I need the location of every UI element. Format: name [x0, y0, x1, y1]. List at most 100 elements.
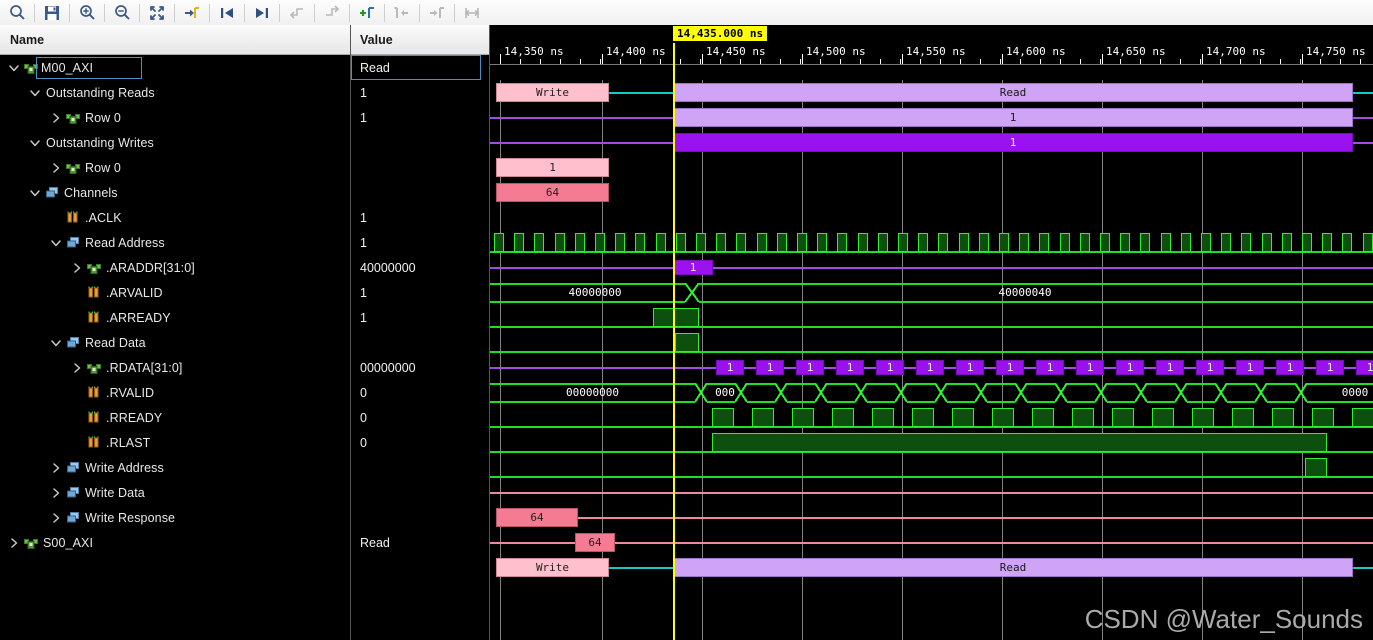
ruler-minor-tick: [1260, 59, 1261, 64]
waveform-canvas[interactable]: Write Read 1 1 1 64 1 40000000 40000040 1 1 1 1 1 1 1 1 1…: [490, 80, 1373, 640]
waveform-panel[interactable]: 14,350 ns 14,400 ns 14,450 ns 14,500 ns 14,5…: [490, 25, 1373, 640]
read-address-group-block[interactable]: 1: [673, 260, 713, 275]
value-cell: Read: [360, 535, 390, 550]
goto-end-icon[interactable]: [245, 1, 279, 25]
tree-row-rlast[interactable]: .RLAST: [0, 430, 350, 455]
chevron-down-icon[interactable]: [48, 230, 64, 255]
tree-row-write-response[interactable]: Write Response: [0, 505, 350, 530]
write-data-block[interactable]: 64: [496, 508, 578, 527]
rdata-bot-seg: [947, 401, 975, 403]
read-data-beat-block[interactable]: 1: [1236, 360, 1264, 375]
goto-start-icon[interactable]: [210, 1, 244, 25]
tree-row-outstanding-reads[interactable]: Outstanding Reads: [0, 80, 350, 105]
search-icon[interactable]: [0, 1, 34, 25]
read-data-beat-block[interactable]: 1: [1036, 360, 1064, 375]
read-data-beat-block[interactable]: 1: [1276, 360, 1304, 375]
tree-row-m00-axi[interactable]: M00_AXI: [0, 55, 350, 80]
rdata-bot-seg: [1107, 401, 1135, 403]
outstanding-writes-block[interactable]: 1: [496, 158, 609, 177]
ruler-minor-tick: [1240, 59, 1241, 64]
read-data-beat-block[interactable]: 1: [1196, 360, 1224, 375]
tree-row-aclk[interactable]: .ACLK: [0, 205, 350, 230]
prev-marker-icon[interactable]: [385, 1, 419, 25]
tree-row-arvalid[interactable]: .ARVALID: [0, 280, 350, 305]
read-data-beat-block[interactable]: 1: [956, 360, 984, 375]
rdata-transition: [1095, 383, 1107, 402]
s00-read-block[interactable]: Read: [673, 558, 1353, 577]
tree-row-arready[interactable]: .ARREADY: [0, 305, 350, 330]
tree-row-row-0[interactable]: Row 0: [0, 155, 350, 180]
chevron-right-icon[interactable]: [48, 455, 64, 480]
chevron-down-icon[interactable]: [27, 130, 43, 155]
time-ruler[interactable]: 14,350 ns 14,400 ns 14,450 ns 14,500 ns 14,5…: [490, 25, 1373, 80]
zoom-fit-icon[interactable]: [140, 1, 174, 25]
aclk-pulse: [857, 233, 868, 252]
outstanding-reads-idle: [490, 117, 673, 119]
group-icon: [64, 505, 82, 530]
prev-transition-icon[interactable]: [280, 1, 314, 25]
read-data-beat-block[interactable]: 1: [1076, 360, 1104, 375]
chevron-right-icon[interactable]: [48, 155, 64, 180]
zoom-in-icon[interactable]: [70, 1, 104, 25]
save-icon[interactable]: [35, 1, 69, 25]
tree-row-channels[interactable]: Channels: [0, 180, 350, 205]
ruler-minor-tick: [1100, 59, 1101, 64]
next-transition-icon[interactable]: [315, 1, 349, 25]
chevron-right-icon[interactable]: [48, 480, 64, 505]
next-marker-icon[interactable]: [420, 1, 454, 25]
signal-tree[interactable]: M00_AXI Outstanding Reads Row 0 Outstanding…: [0, 55, 350, 555]
read-data-beat-block[interactable]: 1: [716, 360, 744, 375]
writes-row0-block[interactable]: 64: [496, 183, 609, 202]
read-data-beat-block[interactable]: 1: [1316, 360, 1344, 375]
cursor-line[interactable]: [673, 80, 675, 640]
read-data-beat-block[interactable]: 1: [916, 360, 944, 375]
measure-icon[interactable]: [455, 1, 489, 25]
tree-row-s00-axi[interactable]: S00_AXI: [0, 530, 350, 555]
tree-row-write-address[interactable]: Write Address: [0, 455, 350, 480]
read-data-beat-block[interactable]: 1: [1116, 360, 1144, 375]
chevron-right-icon[interactable]: [69, 355, 85, 380]
rdata-top-seg: [1187, 383, 1215, 385]
read-data-beat-block[interactable]: 1: [876, 360, 904, 375]
chevron-down-icon[interactable]: [27, 180, 43, 205]
transaction-read-block[interactable]: Read: [673, 83, 1353, 102]
zoom-out-icon[interactable]: [105, 1, 139, 25]
chevron-right-icon[interactable]: [48, 505, 64, 530]
reads-row0-block[interactable]: 1: [673, 133, 1353, 152]
add-marker-icon[interactable]: [350, 1, 384, 25]
read-data-beat-block[interactable]: 1: [1156, 360, 1184, 375]
tree-row-outstanding-writes[interactable]: Outstanding Writes: [0, 130, 350, 155]
value-cell: 1: [360, 210, 367, 225]
read-data-beat-block[interactable]: 1: [996, 360, 1024, 375]
tree-row-read-address[interactable]: Read Address: [0, 230, 350, 255]
chevron-down-icon[interactable]: [6, 55, 22, 80]
chevron-right-icon[interactable]: [69, 255, 85, 280]
ruler-minor-tick: [940, 59, 941, 64]
tree-row-read-data[interactable]: Read Data: [0, 330, 350, 355]
chevron-down-icon[interactable]: [27, 80, 43, 105]
read-data-beat-block[interactable]: 1: [756, 360, 784, 375]
outstanding-reads-block[interactable]: 1: [673, 108, 1353, 127]
rvalid-pulse: [1072, 408, 1094, 427]
tree-row-rdata-31-0[interactable]: .RDATA[31:0]: [0, 355, 350, 380]
chevron-right-icon[interactable]: [6, 530, 22, 555]
tree-row-write-data[interactable]: Write Data: [0, 480, 350, 505]
transaction-write-block[interactable]: Write: [496, 83, 609, 102]
tree-row-araddr-31-0[interactable]: .ARADDR[31:0]: [0, 255, 350, 280]
goto-cursor-icon[interactable]: [175, 1, 209, 25]
chevron-down-icon[interactable]: [48, 330, 64, 355]
read-data-beat-block[interactable]: 1: [1356, 360, 1373, 375]
s00-write-block[interactable]: Write: [496, 558, 609, 577]
wave-icon: [64, 205, 82, 230]
tree-row-rready[interactable]: .RREADY: [0, 405, 350, 430]
chevron-right-icon[interactable]: [48, 105, 64, 130]
tree-row-row-0[interactable]: Row 0: [0, 105, 350, 130]
cursor-line-ruler[interactable]: [673, 43, 675, 80]
read-data-beat-block[interactable]: 1: [836, 360, 864, 375]
ruler-label: 14,350 ns: [504, 45, 564, 58]
ruler-minor-tick: [660, 59, 661, 64]
tree-row-rvalid[interactable]: .RVALID: [0, 380, 350, 405]
write-response-block[interactable]: 64: [575, 533, 615, 552]
read-data-beat-block[interactable]: 1: [796, 360, 824, 375]
